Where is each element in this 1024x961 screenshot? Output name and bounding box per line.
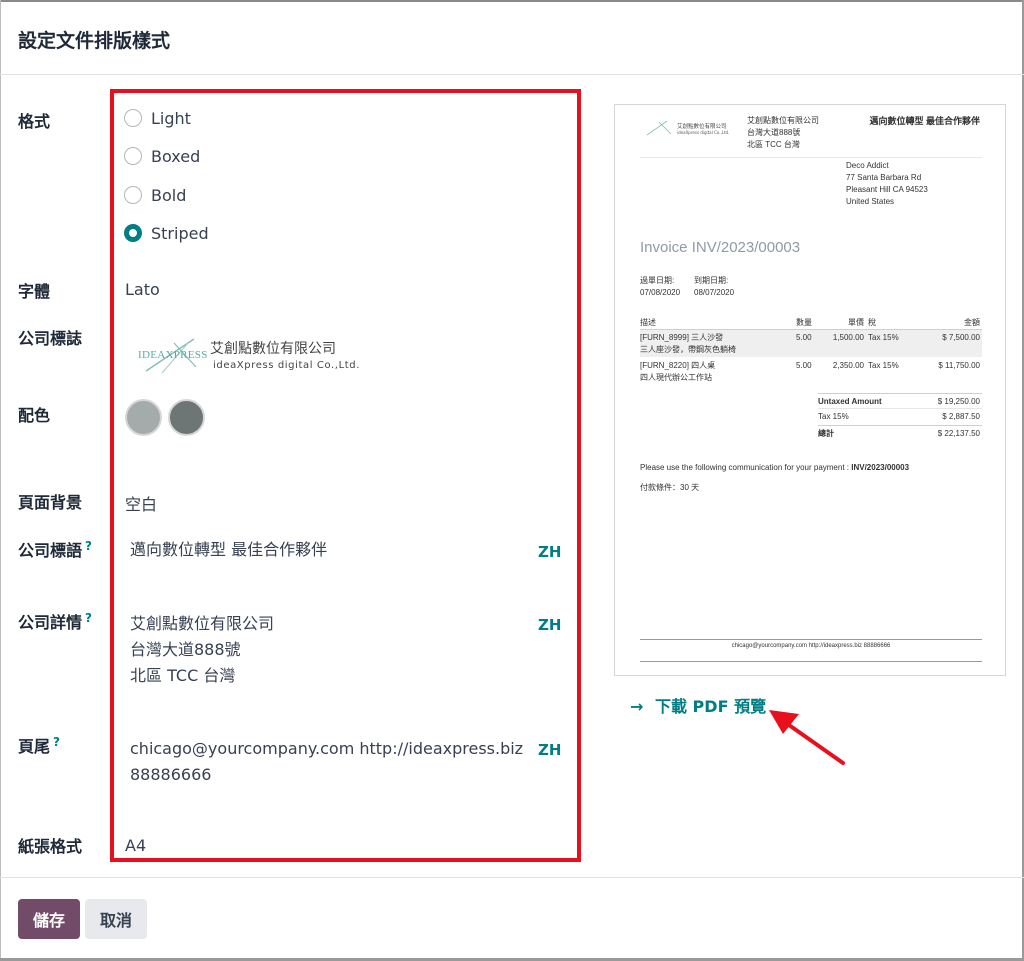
preview-address-line: Pleasant Hill CA 94523 (846, 185, 928, 194)
paper-format-label: 紙張格式 (18, 837, 83, 856)
font-label: 字體 (18, 282, 51, 301)
preview-total-amount: $ 22,137.50 (937, 429, 980, 438)
background-label: 頁面背景 (18, 493, 83, 512)
company-details-help-icon[interactable]: ? (85, 611, 92, 625)
preview-totals-divider (818, 425, 982, 426)
preview-totals-divider (818, 408, 982, 409)
preview-line-tax: Tax 15% (868, 333, 899, 342)
preview-total-label: 總計 (818, 429, 834, 438)
footer-help-icon[interactable]: ? (53, 735, 60, 749)
preview-line-price: 2,350.00 (832, 361, 864, 370)
preview-line-qty: 5.00 (796, 361, 812, 370)
preview-untaxed-amount: $ 19,250.00 (937, 397, 980, 406)
preview-company-line: 台灣大道888號 (747, 128, 801, 137)
preview-col-quantity: 數量 (796, 318, 812, 327)
preview-invoice-date-label: 過單日期: (640, 276, 675, 285)
preview-company-line: 艾創點數位有限公司 (747, 116, 819, 125)
preview-tax-amount: $ 2,887.50 (942, 412, 980, 421)
preview-address-line: Deco Addict (846, 161, 889, 170)
layout-label: 格式 (18, 112, 51, 131)
preview-line-desc: 四人現代辦公工作站 (640, 373, 712, 382)
svg-text:艾創點數位有限公司: 艾創點數位有限公司 (677, 122, 727, 130)
tagline-label: 公司標語? (18, 538, 92, 560)
preview-col-taxes: 稅 (868, 318, 876, 327)
download-pdf-preview-link[interactable]: → 下載 PDF 預覽 (630, 693, 766, 717)
save-button[interactable]: 儲存 (18, 899, 80, 939)
preview-tax-label: Tax 15% (818, 412, 849, 421)
preview-col-description: 描述 (640, 318, 656, 327)
dialog-footer-divider (0, 877, 1024, 878)
preview-line-amount: $ 11,750.00 (938, 361, 980, 370)
highlight-annotation-box (110, 89, 581, 862)
preview-tagline: 邁向數位轉型 最佳合作夥伴 (869, 116, 980, 126)
preview-line-qty: 5.00 (796, 333, 812, 342)
preview-address-line: United States (846, 197, 895, 206)
logo-label: 公司標誌 (18, 329, 83, 348)
tagline-help-icon[interactable]: ? (85, 539, 92, 553)
svg-text:ideaXpress digital Co.,Ltd.: ideaXpress digital Co.,Ltd. (677, 130, 729, 135)
preview-untaxed-label: Untaxed Amount (818, 397, 882, 406)
colors-label: 配色 (18, 406, 51, 425)
preview-line-amount: $ 7,500.00 (942, 333, 980, 342)
window-left-edge (0, 0, 1, 961)
cancel-button[interactable]: 取消 (85, 899, 147, 939)
annotation-arrow-icon (769, 710, 845, 765)
footer-label: 頁尾? (18, 734, 60, 756)
company-details-label: 公司詳情? (18, 610, 92, 632)
preview-line-desc: [FURN_8220] 四人桌 (640, 361, 716, 370)
preview-payment-communication: Please use the following communication f… (640, 463, 910, 472)
arrow-right-icon: → (630, 697, 644, 716)
preview-footer-divider (640, 639, 982, 640)
preview-due-date: 08/07/2020 (694, 288, 735, 297)
preview-line-tax: Tax 15% (868, 361, 899, 370)
preview-totals-divider (818, 393, 982, 394)
preview-due-date-label: 到期日期: (694, 276, 729, 285)
preview-header-divider (640, 157, 982, 158)
preview-line-desc: 三人座沙發，帶鋼灰色躺椅 (640, 345, 736, 354)
dialog-title: 設定文件排版樣式 (18, 30, 171, 52)
preview-col-amount: 金額 (964, 318, 980, 327)
preview-company-line: 北區 TCC 台灣 (747, 140, 800, 149)
preview-invoice-title: Invoice INV/2023/00003 (640, 239, 801, 256)
preview-address-line: 77 Santa Barbara Rd (846, 173, 922, 182)
preview-line-price: 1,500.00 (832, 333, 864, 342)
preview-invoice-date: 07/08/2020 (640, 288, 681, 297)
download-pdf-preview-label: 下載 PDF 預覽 (654, 697, 767, 716)
preview-footer-text: chicago@yourcompany.com http://ideaxpres… (731, 643, 891, 649)
preview-col-unit-price: 單價 (848, 318, 864, 327)
document-preview: 艾創點數位有限公司 ideaXpress digital Co.,Ltd. 艾創… (614, 104, 1006, 676)
preview-payment-terms: 付款條件：30 天 (640, 483, 700, 492)
dialog-header: 設定文件排版樣式 (0, 2, 1024, 75)
preview-line-desc: [FURN_8999] 三人沙發 (640, 333, 724, 342)
preview-logo: 艾創點數位有限公司 ideaXpress digital Co.,Ltd. (646, 120, 729, 136)
preview-footer-divider (640, 661, 982, 662)
